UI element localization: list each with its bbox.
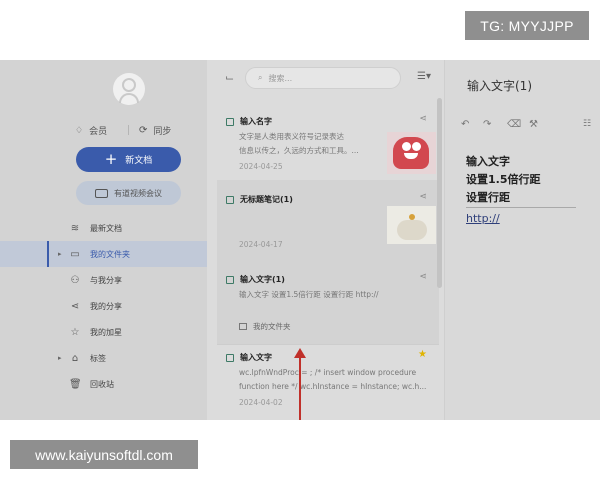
- sidebar-item-label: 我的分享: [90, 301, 122, 311]
- horizontal-rule: [466, 207, 576, 208]
- search-icon: ⌕: [258, 73, 263, 82]
- doc-snippet: function here */ wc.hInstance = hInstanc…: [239, 382, 427, 391]
- sidebar-item-recent[interactable]: ≋ 最新文档: [0, 215, 207, 241]
- format-painter-icon[interactable]: ⚒: [529, 119, 538, 130]
- list-item[interactable]: 输入文字 ★ wc.lpfnWndProc = ; /* insert wind…: [217, 344, 439, 420]
- sidebar-item-my-shares[interactable]: ⋖ 我的分享: [0, 293, 207, 319]
- scrollbar[interactable]: [437, 98, 442, 288]
- doc-date: 2024-04-02: [239, 398, 283, 407]
- document-icon: [226, 117, 234, 126]
- doc-snippet: 信息以传之，久远的方式和工具。...: [239, 146, 359, 155]
- share-icon: ⋖: [70, 300, 80, 312]
- camera-icon: [95, 188, 108, 198]
- doc-date: 2024-04-25: [239, 162, 283, 171]
- sync-button[interactable]: ⟳ 同步: [139, 124, 171, 137]
- folder-icon: [239, 323, 247, 330]
- doc-list-panel: ⌙ ⌕ 搜索... ☰▾ 输入名字 ⋖ 文字是人类用表义符号记录表达 信息以传之…: [207, 60, 444, 420]
- divider: [128, 125, 129, 135]
- view-toggle-icon[interactable]: ☰▾: [417, 71, 431, 82]
- doc-folder: 我的文件夹: [239, 321, 291, 332]
- sidebar-item-my-folders[interactable]: ▸ ▭ 我的文件夹: [0, 241, 207, 267]
- url-watermark: www.kaiyunsoftdl.com: [10, 440, 198, 469]
- doraemon-thumbnail: [387, 132, 436, 174]
- new-doc-button[interactable]: + 新文档: [76, 147, 181, 172]
- doc-title: 输入文字(1): [226, 274, 285, 285]
- sidebar-item-trash[interactable]: 🗑 回收站: [0, 371, 207, 397]
- avatar-head-icon: [122, 78, 136, 92]
- star-icon: ☆: [70, 326, 80, 338]
- doc-snippet: 输入文字 设置1.5倍行距 设置行距 http://: [239, 290, 379, 299]
- editor-line[interactable]: 输入文字: [466, 153, 510, 169]
- doc-title: 无标题笔记(1): [226, 194, 293, 205]
- avatar-body-icon: [119, 93, 139, 103]
- sidebar-item-starred[interactable]: ☆ 我的加星: [0, 319, 207, 345]
- users-icon: ⚇: [70, 274, 80, 286]
- editor-link[interactable]: http://: [466, 212, 500, 225]
- list-item[interactable]: 输入名字 ⋖ 文字是人类用表义符号记录表达 信息以传之，久远的方式和工具。...…: [217, 98, 439, 181]
- share-icon[interactable]: ⋖: [419, 114, 427, 124]
- redo-icon[interactable]: ↷: [483, 119, 491, 130]
- tag-icon: ⌂: [71, 352, 79, 364]
- layers-icon: ≋: [70, 222, 80, 234]
- video-meeting-label: 有道视频会议: [114, 188, 162, 198]
- tg-watermark: TG: MYYJJPP: [465, 11, 589, 40]
- star-icon[interactable]: ★: [418, 349, 427, 360]
- list-item[interactable]: 无标题笔记(1) ⋖ 2024-04-17: [217, 180, 439, 265]
- undo-icon[interactable]: ↶: [461, 119, 469, 130]
- more-icon[interactable]: ☷: [583, 119, 591, 129]
- folder-icon: ▭: [70, 248, 80, 260]
- app-window: ♢ 会员 ⟳ 同步 + 新文档 有道视频会议 ≋ 最新文档 ▸ ▭ 我的文件夹 …: [0, 60, 600, 420]
- plus-icon: +: [104, 150, 118, 168]
- search-placeholder: 搜索...: [268, 73, 293, 83]
- avatar[interactable]: [113, 73, 145, 105]
- doc-snippet: 文字是人类用表义符号记录表达: [239, 132, 344, 141]
- list-header: ⌙ ⌕ 搜索... ☰▾: [207, 60, 444, 96]
- doc-title: 输入文字: [226, 352, 272, 363]
- document-icon: [226, 195, 234, 204]
- share-icon[interactable]: ⋖: [419, 272, 427, 282]
- trash-icon: 🗑: [69, 378, 82, 390]
- sort-icon[interactable]: ⌙: [225, 71, 234, 84]
- editor-panel: 输入文字(1) ↶ ↷ ⌫ ⚒ ☷ 输入文字 设置1.5倍行距 设置行距 htt…: [444, 60, 600, 420]
- doc-date: 2024-04-17: [239, 240, 283, 249]
- red-arrow-annotation: [294, 348, 306, 420]
- sidebar-item-label: 标签: [90, 353, 106, 363]
- diamond-icon: ♢: [75, 125, 84, 136]
- sidebar-item-tags[interactable]: ▸ ⌂ 标签: [0, 345, 207, 371]
- sidebar-item-label: 与我分享: [90, 275, 122, 285]
- share-icon[interactable]: ⋖: [419, 192, 427, 202]
- search-input[interactable]: ⌕ 搜索...: [245, 67, 401, 89]
- sidebar-item-label: 我的文件夹: [90, 249, 130, 259]
- doc-title: 输入名字: [226, 116, 272, 127]
- sidebar: ♢ 会员 ⟳ 同步 + 新文档 有道视频会议 ≋ 最新文档 ▸ ▭ 我的文件夹 …: [0, 60, 207, 420]
- chevron-right-icon[interactable]: ▸: [58, 354, 62, 362]
- sidebar-item-label: 我的加星: [90, 327, 122, 337]
- list-item[interactable]: 输入文字(1) ⋖ 输入文字 设置1.5倍行距 设置行距 http:// 我的文…: [217, 264, 439, 345]
- vip-label: 会员: [89, 127, 108, 137]
- doc-snippet: wc.lpfnWndProc = ; /* insert window proc…: [239, 368, 417, 377]
- eraser-icon[interactable]: ⌫: [507, 119, 521, 130]
- editor-line[interactable]: 设置行距: [466, 189, 510, 205]
- sidebar-item-label: 最新文档: [90, 223, 122, 233]
- sidebar-item-label: 回收站: [90, 379, 114, 389]
- document-icon: [226, 275, 234, 284]
- image-thumbnail: [387, 206, 436, 244]
- sidebar-nav: ≋ 最新文档 ▸ ▭ 我的文件夹 ⚇ 与我分享 ⋖ 我的分享 ☆ 我的加星 ▸: [0, 215, 207, 397]
- editor-line[interactable]: 设置1.5倍行距: [466, 171, 541, 187]
- new-doc-label: 新文档: [125, 156, 153, 166]
- sidebar-item-shared-with-me[interactable]: ⚇ 与我分享: [0, 267, 207, 293]
- video-meeting-button[interactable]: 有道视频会议: [76, 181, 181, 205]
- document-icon: [226, 353, 234, 362]
- sync-icon: ⟳: [139, 125, 148, 136]
- vip-button[interactable]: ♢ 会员: [75, 124, 108, 138]
- editor-title[interactable]: 输入文字(1): [467, 77, 532, 94]
- sync-label: 同步: [153, 127, 172, 137]
- chevron-right-icon[interactable]: ▸: [58, 250, 62, 258]
